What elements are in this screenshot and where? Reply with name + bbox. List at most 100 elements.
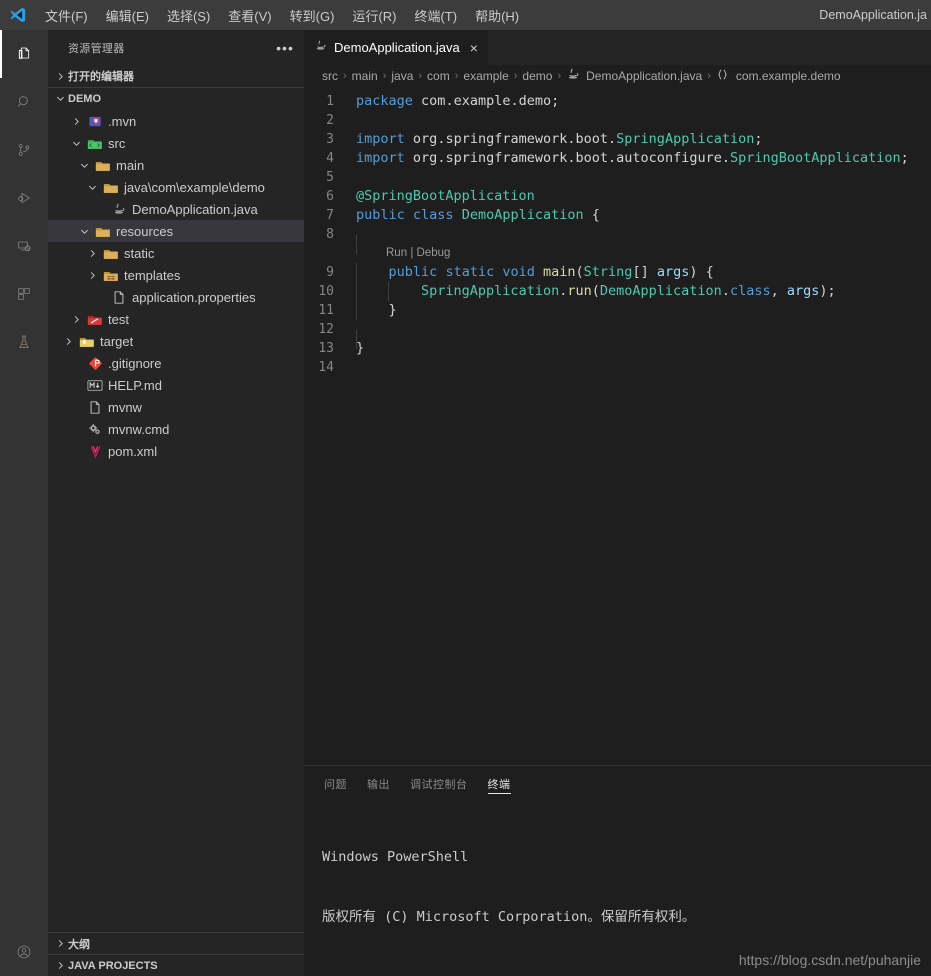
panel-tab-debug-console[interactable]: 调试控制台 bbox=[410, 766, 468, 801]
tree-row[interactable]: java\com\example\demo bbox=[48, 176, 304, 198]
breadcrumb-item-label: example bbox=[463, 69, 508, 83]
code-line[interactable]: 1package com.example.demo; bbox=[304, 92, 931, 111]
tree-row-label: application.properties bbox=[130, 290, 256, 305]
tree-row[interactable]: src bbox=[48, 132, 304, 154]
menu-view[interactable]: 查看(V) bbox=[219, 4, 280, 27]
menu-help[interactable]: 帮助(H) bbox=[466, 4, 528, 27]
section-java-projects[interactable]: JAVA PROJECTS bbox=[48, 954, 304, 976]
tree-row[interactable]: DemoApplication.java bbox=[48, 198, 304, 220]
breadcrumb-item[interactable]: com.example.demo bbox=[716, 68, 841, 84]
breadcrumb: src›main›java›com›example›demo›DemoAppli… bbox=[304, 65, 931, 87]
chevron-down-icon[interactable] bbox=[68, 138, 84, 149]
code-line[interactable]: 9 public static void main(String[] args)… bbox=[304, 263, 931, 282]
activity-testing-beaker-icon[interactable] bbox=[0, 318, 48, 366]
section-outline[interactable]: 大纲 bbox=[48, 932, 304, 954]
code-line[interactable]: 13} bbox=[304, 339, 931, 358]
section-project-demo[interactable]: DEMO bbox=[48, 87, 304, 109]
line-number: 14 bbox=[304, 358, 352, 377]
menu-terminal[interactable]: 终端(T) bbox=[405, 4, 466, 27]
panel-tab-terminal[interactable]: 终端 bbox=[488, 766, 511, 801]
tree-row[interactable]: mvnw.cmd bbox=[48, 418, 304, 440]
line-number: 2 bbox=[304, 111, 352, 130]
java-file-icon bbox=[314, 39, 328, 56]
line-content: SpringApplication.run(DemoApplication.cl… bbox=[352, 282, 836, 301]
tree-row-label: pom.xml bbox=[106, 444, 157, 459]
chevron-right-icon[interactable] bbox=[60, 336, 76, 347]
tree-row[interactable]: mvnw bbox=[48, 396, 304, 418]
breadcrumb-item[interactable]: java bbox=[391, 69, 413, 83]
tree-row[interactable]: main bbox=[48, 154, 304, 176]
codelens-content: Run | Debug bbox=[352, 244, 450, 263]
breadcrumb-item[interactable]: DemoApplication.java bbox=[566, 67, 702, 85]
chevron-right-icon[interactable] bbox=[84, 270, 100, 281]
close-icon[interactable]: × bbox=[470, 41, 478, 55]
menu-file[interactable]: 文件(F) bbox=[36, 4, 97, 27]
indent-guide bbox=[356, 235, 357, 254]
folder-open-icon bbox=[92, 224, 114, 239]
code-line[interactable]: 14 bbox=[304, 358, 931, 377]
codelens-run-link[interactable]: Run bbox=[386, 247, 407, 259]
breadcrumb-item[interactable]: main bbox=[352, 69, 378, 83]
menu-edit[interactable]: 编辑(E) bbox=[97, 4, 158, 27]
sidebar-more-actions-icon[interactable]: ••• bbox=[274, 37, 296, 59]
activity-search-icon[interactable] bbox=[0, 78, 48, 126]
indent-guide bbox=[356, 301, 357, 320]
breadcrumb-item[interactable]: example bbox=[463, 69, 508, 83]
chevron-down-icon bbox=[52, 91, 68, 107]
code-editor[interactable]: 1package com.example.demo;23import org.s… bbox=[304, 87, 931, 765]
tree-row[interactable]: HELP.md bbox=[48, 374, 304, 396]
bottom-panel: 问题 输出 调试控制台 终端 Windows PowerShell 版权所有 (… bbox=[304, 765, 931, 976]
activity-account-icon[interactable] bbox=[0, 928, 48, 976]
activity-source-control-icon[interactable] bbox=[0, 126, 48, 174]
tree-row[interactable]: application.properties bbox=[48, 286, 304, 308]
chevron-right-icon[interactable] bbox=[84, 248, 100, 259]
terminal-output[interactable]: Windows PowerShell 版权所有 (C) Microsoft Co… bbox=[304, 801, 931, 976]
section-open-editors[interactable]: 打开的编辑器 bbox=[48, 65, 304, 87]
panel-tab-problems[interactable]: 问题 bbox=[324, 766, 347, 801]
tree-row[interactable]: templates bbox=[48, 264, 304, 286]
activity-remote-explorer-icon[interactable] bbox=[0, 222, 48, 270]
breadcrumb-item[interactable]: src bbox=[322, 69, 338, 83]
tree-row[interactable]: test bbox=[48, 308, 304, 330]
breadcrumb-separator: › bbox=[383, 70, 387, 82]
tree-row[interactable]: resources bbox=[48, 220, 304, 242]
menu-go[interactable]: 转到(G) bbox=[281, 4, 344, 27]
chevron-down-icon[interactable] bbox=[76, 226, 92, 237]
menu-selection[interactable]: 选择(S) bbox=[158, 4, 219, 27]
tree-row[interactable]: pom.xml bbox=[48, 440, 304, 462]
code-line[interactable]: 6@SpringBootApplication bbox=[304, 187, 931, 206]
chevron-right-icon[interactable] bbox=[68, 314, 84, 325]
code-line[interactable]: 10 SpringApplication.run(DemoApplication… bbox=[304, 282, 931, 301]
chevron-right-icon[interactable] bbox=[68, 116, 84, 127]
code-line[interactable]: 8 bbox=[304, 225, 931, 244]
breadcrumb-item[interactable]: demo bbox=[522, 69, 552, 83]
editor-tab-demoapplication[interactable]: DemoApplication.java × bbox=[304, 30, 489, 65]
line-number: 6 bbox=[304, 187, 352, 206]
menu-run[interactable]: 运行(R) bbox=[343, 4, 405, 27]
activity-run-debug-icon[interactable] bbox=[0, 174, 48, 222]
activity-extensions-icon[interactable] bbox=[0, 270, 48, 318]
code-line[interactable]: 12 bbox=[304, 320, 931, 339]
activity-bar bbox=[0, 30, 48, 976]
chevron-down-icon[interactable] bbox=[76, 160, 92, 171]
tree-row[interactable]: static bbox=[48, 242, 304, 264]
panel-tab-output[interactable]: 输出 bbox=[367, 766, 390, 801]
activity-explorer-icon[interactable] bbox=[0, 30, 48, 78]
chevron-down-icon[interactable] bbox=[84, 182, 100, 193]
tree-row-label: test bbox=[106, 312, 129, 327]
breadcrumb-item[interactable]: com bbox=[427, 69, 450, 83]
code-line[interactable]: 7public class DemoApplication { bbox=[304, 206, 931, 225]
codelens-debug-link[interactable]: Debug bbox=[417, 247, 451, 259]
code-line[interactable]: 11 } bbox=[304, 301, 931, 320]
section-project-label: DEMO bbox=[68, 93, 101, 105]
tree-row[interactable]: .mvn bbox=[48, 110, 304, 132]
breadcrumb-separator: › bbox=[418, 70, 422, 82]
code-line[interactable]: 2 bbox=[304, 111, 931, 130]
tree-row[interactable]: .gitignore bbox=[48, 352, 304, 374]
line-content: import org.springframework.boot.autoconf… bbox=[352, 149, 909, 168]
code-line[interactable]: 4import org.springframework.boot.autocon… bbox=[304, 149, 931, 168]
cmd-gears-icon bbox=[84, 422, 106, 437]
code-line[interactable]: 3import org.springframework.boot.SpringA… bbox=[304, 130, 931, 149]
tree-row[interactable]: target bbox=[48, 330, 304, 352]
code-line[interactable]: 5 bbox=[304, 168, 931, 187]
